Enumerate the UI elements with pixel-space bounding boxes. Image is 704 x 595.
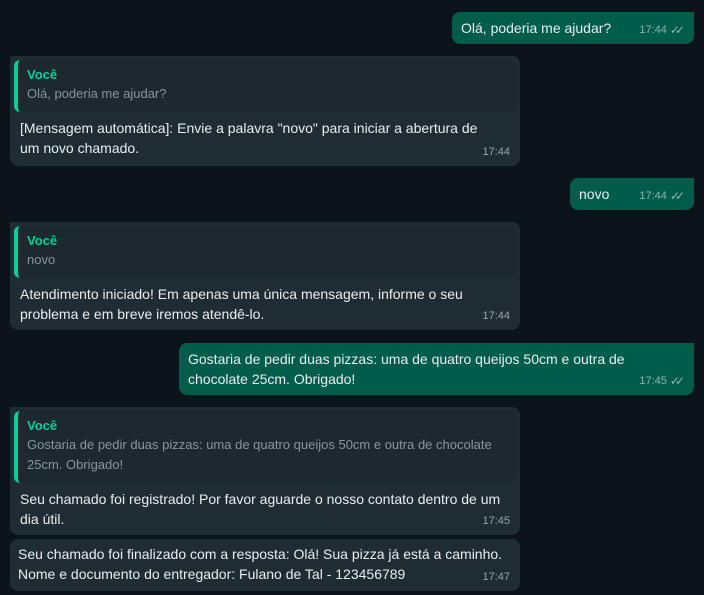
message-meta: 17:44: [482, 142, 510, 162]
message-meta: 17:44: [482, 306, 510, 326]
message-incoming[interactable]: Você Olá, poderia me ajudar? [Mensagem a…: [10, 56, 520, 166]
message-meta: 17:44 ✓✓: [639, 20, 685, 40]
message-time: 17:47: [482, 571, 510, 583]
quote-author: Você: [27, 418, 58, 433]
message-time: 17:45: [639, 375, 667, 387]
message-time: 17:44: [482, 146, 510, 158]
message-outgoing[interactable]: Gostaria de pedir duas pizzas: uma de qu…: [179, 343, 694, 395]
quote-text: novo: [27, 252, 56, 267]
message-meta: 17:44 ✓✓: [639, 186, 685, 206]
message-time: 17:44: [639, 190, 667, 202]
message-incoming[interactable]: Você Gostaria de pedir duas pizzas: uma …: [10, 407, 520, 535]
quoted-message[interactable]: Você Olá, poderia me ajudar?: [14, 60, 516, 112]
quoted-message[interactable]: Você novo: [14, 226, 516, 278]
message-time: 17:45: [482, 515, 510, 527]
double-check-icon: ✓✓: [669, 189, 685, 203]
message-text: [Mensagem automática]: Envie a palavra "…: [20, 120, 478, 156]
message-time: 17:44: [639, 24, 667, 36]
quote-text: Olá, poderia me ajudar?: [27, 86, 167, 101]
message-outgoing[interactable]: Olá, poderia me ajudar? 17:44 ✓✓: [452, 12, 694, 44]
double-check-icon: ✓✓: [669, 374, 685, 388]
message-incoming[interactable]: Você novo Atendimento iniciado! Em apena…: [10, 222, 520, 330]
message-incoming[interactable]: Seu chamado foi finalizado com a respost…: [10, 539, 520, 591]
quote-author: Você: [27, 67, 58, 82]
message-text: Atendimento iniciado! Em apenas uma únic…: [20, 286, 463, 322]
message-outgoing[interactable]: novo 17:44 ✓✓: [570, 178, 694, 210]
quoted-message[interactable]: Você Gostaria de pedir duas pizzas: uma …: [14, 411, 516, 483]
message-text: Gostaria de pedir duas pizzas: uma de qu…: [188, 351, 625, 387]
message-meta: 17:47: [482, 567, 510, 587]
message-text: Seu chamado foi registrado! Por favor ag…: [20, 491, 501, 527]
message-time: 17:44: [482, 310, 510, 322]
message-meta: 17:45: [482, 511, 510, 531]
quote-author: Você: [27, 233, 58, 248]
message-text: Seu chamado foi finalizado com a respost…: [18, 546, 503, 582]
double-check-icon: ✓✓: [669, 23, 685, 37]
message-meta: 17:45 ✓✓: [639, 371, 685, 391]
chat-pane: Olá, poderia me ajudar? 17:44 ✓✓ Você Ol…: [0, 0, 704, 595]
quote-text: Gostaria de pedir duas pizzas: uma de qu…: [27, 437, 492, 472]
